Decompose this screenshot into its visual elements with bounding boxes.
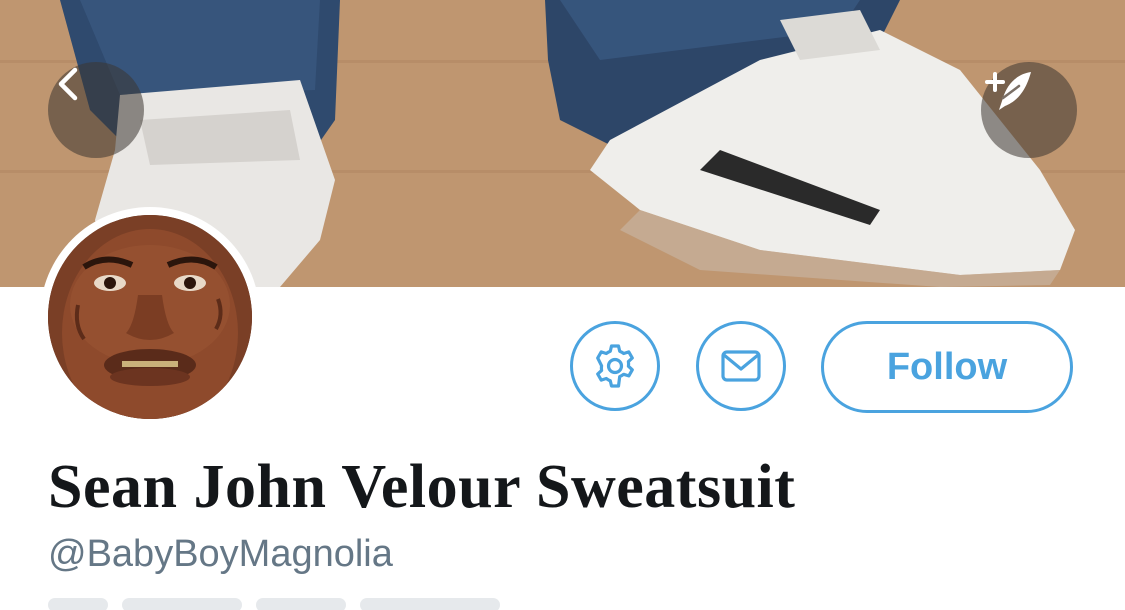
avatar-face — [48, 215, 252, 419]
settings-button[interactable] — [570, 321, 660, 411]
gear-icon — [596, 344, 634, 388]
profile-handle: @BabyBoyMagnolia — [48, 533, 393, 575]
compose-tweet-button[interactable] — [981, 62, 1077, 158]
back-button[interactable] — [48, 62, 144, 158]
avatar-photo — [48, 215, 252, 419]
profile-page: Follow Sean John Velour Sweatsuit @BabyB… — [0, 0, 1125, 610]
chevron-left-icon — [58, 67, 78, 101]
avatar[interactable] — [40, 207, 260, 427]
profile-display-name: Sean John Velour Sweatsuit — [48, 453, 796, 521]
bio-text-cutoff — [48, 598, 608, 610]
compose-tweet-icon — [985, 72, 1031, 110]
envelope-icon — [721, 350, 761, 382]
direct-message-button[interactable] — [696, 321, 786, 411]
follow-button[interactable]: Follow — [821, 321, 1073, 413]
